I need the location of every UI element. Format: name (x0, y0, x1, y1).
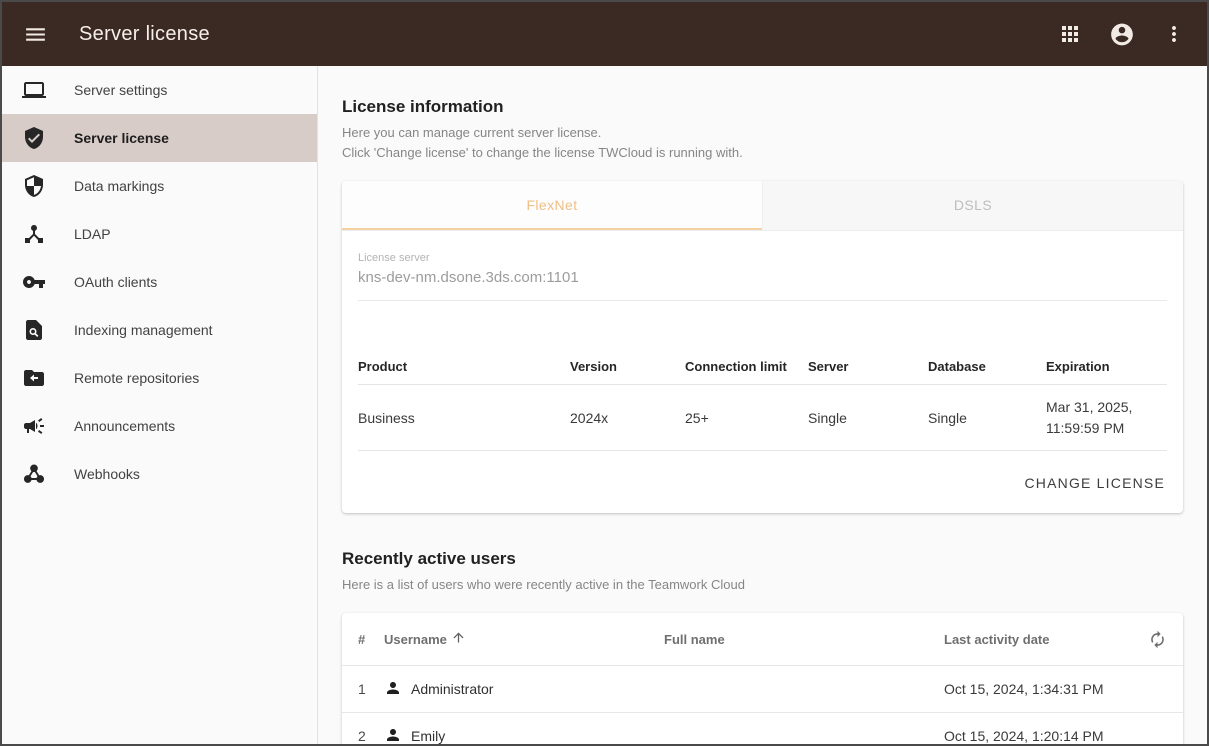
page-title: Server license (79, 22, 210, 45)
cell-connection-limit: 25+ (685, 409, 709, 426)
change-license-button[interactable]: CHANGE LICENSE (1015, 465, 1176, 501)
key-icon (22, 270, 46, 294)
license-table: Product Version Connection limit Server … (358, 351, 1167, 451)
sidebar-item-remote-repositories[interactable]: Remote repositories (2, 354, 317, 402)
column-header-username[interactable]: Username (384, 630, 634, 648)
cell-server: Single (808, 409, 847, 426)
tab-flexnet[interactable]: FlexNet (342, 181, 762, 231)
sidebar-item-indexing-management[interactable]: Indexing management (2, 306, 317, 354)
license-card-actions: CHANGE LICENSE (342, 451, 1183, 513)
appbar-actions (1057, 21, 1187, 47)
sidebar-item-label: Server settings (74, 82, 168, 98)
description-line: Here is a list of users who were recentl… (342, 576, 745, 592)
verified-shield-icon (22, 126, 46, 150)
app-bar: Server license (2, 2, 1207, 66)
license-tabs: FlexNet DSLS (342, 181, 1183, 232)
sidebar-item-server-license[interactable]: Server license (2, 114, 317, 162)
tab-dsls[interactable]: DSLS (762, 181, 1183, 231)
person-icon (384, 726, 402, 744)
main-content: License information Here you can manage … (318, 66, 1207, 744)
column-header-last-activity[interactable]: Last activity date (944, 632, 1129, 647)
column-header: Expiration (1046, 359, 1110, 375)
sidebar-item-label: Indexing management (74, 322, 213, 338)
column-header: Product (358, 359, 408, 375)
sidebar-item-label: Server license (74, 130, 169, 146)
folder-arrow-icon (22, 366, 46, 390)
sidebar-item-oauth-clients[interactable]: OAuth clients (2, 258, 317, 306)
sidebar: Server settings Server license Data mark… (2, 66, 318, 744)
laptop-icon (22, 78, 46, 102)
cell-username: Emily (384, 726, 634, 744)
sidebar-item-data-markings[interactable]: Data markings (2, 162, 317, 210)
column-header: Connection limit (685, 359, 787, 375)
document-search-icon (22, 318, 46, 342)
refresh-icon[interactable] (1129, 630, 1167, 649)
cell-last-activity: Oct 15, 2024, 1:34:31 PM (944, 681, 1104, 698)
webhook-icon (22, 462, 46, 486)
license-server-value[interactable]: kns-dev-nm.dsone.3ds.com:1101 (358, 269, 1167, 286)
cell-index: 1 (358, 681, 366, 698)
sidebar-item-webhooks[interactable]: Webhooks (2, 450, 317, 498)
megaphone-icon (22, 414, 46, 438)
cell-expiration: Mar 31, 2025, 11:59:59 PM (1046, 399, 1133, 436)
license-section: License information Here you can manage … (342, 97, 1183, 513)
device-hub-icon (22, 222, 46, 246)
sidebar-item-ldap[interactable]: LDAP (2, 210, 317, 258)
description-line: Click 'Change license' to change the lic… (342, 145, 743, 161)
table-row: Business 2024x 25+ Single Single Mar 31,… (358, 385, 1167, 451)
half-shield-icon (22, 174, 46, 198)
license-table-header: Product Version Connection limit Server … (358, 351, 1167, 386)
column-header-index: # (358, 631, 366, 647)
users-table-header: # Username Full name Last activity date (342, 613, 1183, 665)
license-server-field: License server kns-dev-nm.dsone.3ds.com:… (342, 231, 1183, 302)
table-row[interactable]: 1 Administrator Oct 15, 2024, 1:34:31 PM (342, 665, 1183, 712)
menu-icon[interactable] (22, 21, 48, 47)
cell-database: Single (928, 409, 967, 426)
field-underline (358, 300, 1167, 302)
license-section-description: Here you can manage current server licen… (342, 123, 1183, 163)
users-section-description: Here is a list of users who were recentl… (342, 575, 1183, 595)
more-vert-icon[interactable] (1161, 21, 1187, 47)
person-icon (384, 679, 402, 700)
users-section: Recently active users Here is a list of … (342, 549, 1183, 744)
users-section-title: Recently active users (342, 548, 516, 568)
cell-product: Business (358, 409, 415, 426)
sidebar-item-label: Data markings (74, 178, 165, 194)
license-server-label: License server (358, 252, 430, 265)
users-card: # Username Full name Last activity date (342, 613, 1183, 744)
table-row[interactable]: 2 Emily Oct 15, 2024, 1:20:14 PM (342, 712, 1183, 744)
sidebar-item-label: Webhooks (74, 466, 140, 482)
sidebar-item-server-settings[interactable]: Server settings (2, 66, 317, 114)
cell-version: 2024x (570, 409, 609, 426)
license-card: FlexNet DSLS License server kns-dev-nm.d… (342, 181, 1183, 513)
column-header: Version (570, 359, 617, 375)
apps-grid-icon[interactable] (1057, 21, 1083, 47)
arrow-up-icon (451, 630, 466, 648)
column-header-fullname[interactable]: Full name (634, 632, 944, 647)
sidebar-item-announcements[interactable]: Announcements (2, 402, 317, 450)
license-section-title: License information (342, 97, 504, 116)
app-window: Server license Server settings Server li… (0, 0, 1209, 746)
sidebar-item-label: LDAP (74, 226, 111, 242)
cell-last-activity: Oct 15, 2024, 1:20:14 PM (944, 728, 1104, 744)
sidebar-item-label: Remote repositories (74, 370, 200, 386)
cell-index: 2 (358, 728, 366, 744)
description-line: Here you can manage current server licen… (342, 125, 602, 140)
column-header: Database (928, 359, 986, 375)
account-icon[interactable] (1109, 21, 1135, 47)
sidebar-item-label: OAuth clients (74, 274, 158, 290)
column-header: Server (808, 359, 849, 375)
sidebar-item-label: Announcements (74, 418, 176, 434)
cell-username: Administrator (384, 679, 634, 700)
